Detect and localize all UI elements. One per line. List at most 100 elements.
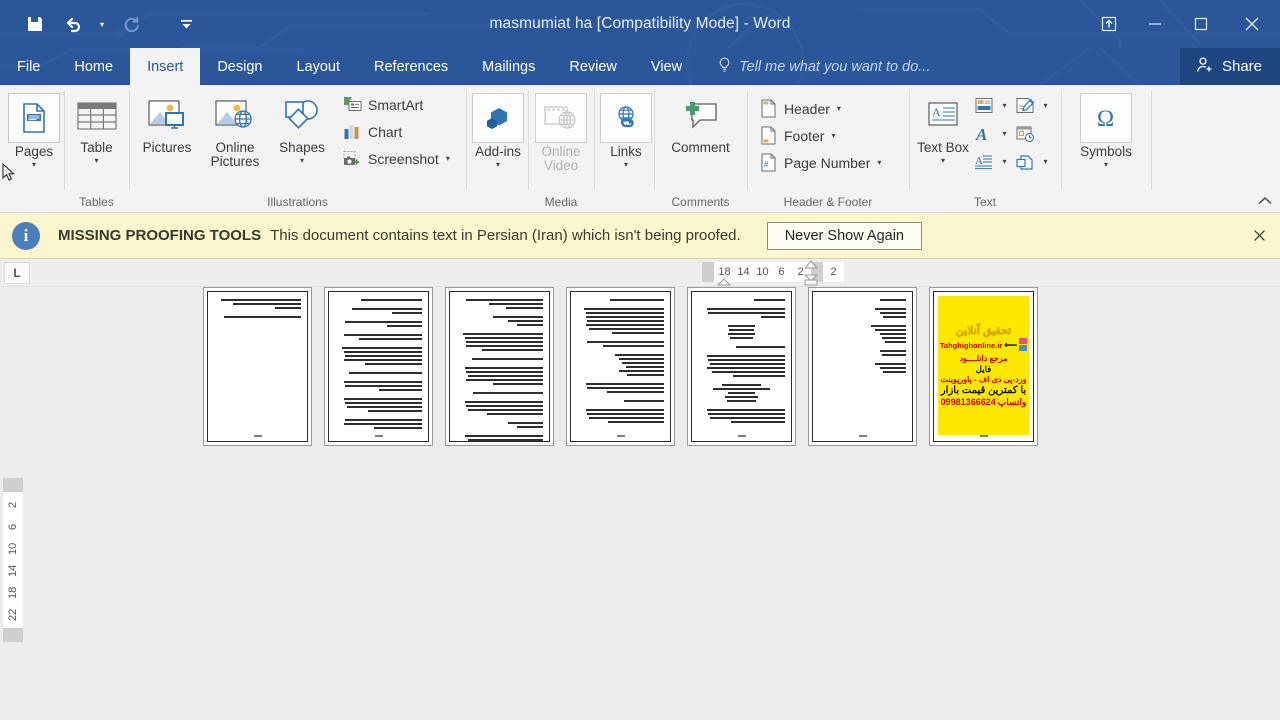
quick-parts-icon[interactable] [971, 93, 997, 118]
add-ins-caret-icon[interactable]: ▾ [496, 161, 500, 169]
ribbon-group-label-links [594, 192, 654, 212]
svg-text:Ω: Ω [1097, 106, 1114, 131]
document-area[interactable]: 2 6 10 14 18 22 تحقیق آنلاین Tahghighonl… [0, 287, 1280, 720]
tab-file[interactable]: File [0, 48, 57, 85]
collapse-ribbon-button[interactable] [1257, 194, 1273, 209]
symbols-caret-icon[interactable]: ▾ [1104, 161, 1108, 169]
ribbon-group-comments: Comment Comments [654, 85, 747, 212]
notification-close-icon[interactable] [1248, 225, 1270, 247]
ribbon-group-pages: Pages ▾ [2, 85, 64, 212]
links-label: Links [610, 144, 642, 159]
ribbon-group-tables: Table ▾ Tables [64, 85, 129, 212]
vertical-ruler[interactable]: 2 6 10 14 18 22 [0, 287, 26, 720]
pages-caret-icon[interactable]: ▾ [32, 161, 36, 169]
text-box-caret-icon[interactable]: ▾ [941, 157, 945, 165]
smartart-button[interactable]: SmartArt [337, 92, 455, 117]
links-button[interactable]: Links ▾ [600, 90, 652, 169]
screenshot-button[interactable]: Screenshot ▾ [337, 146, 455, 171]
page-thumbnail-6[interactable] [808, 287, 917, 446]
tab-home[interactable]: Home [57, 48, 130, 85]
arrow-left-icon: ⟵ [1004, 339, 1018, 350]
online-video-button: Online Video [534, 90, 588, 173]
shapes-caret-icon[interactable]: ▾ [300, 157, 304, 165]
ribbon-display-options-icon[interactable] [1086, 0, 1132, 48]
share-person-icon [1196, 56, 1214, 78]
tab-mailings[interactable]: Mailings [465, 48, 552, 85]
quick-parts-caret-icon[interactable]: ▾ [999, 101, 1010, 110]
ad-line-3: ورد-پی دی اف - پاورپوینت [940, 374, 1027, 384]
tab-review[interactable]: Review [552, 48, 634, 85]
tell-me-search[interactable]: Tell me what you want to do... [699, 48, 944, 85]
close-icon[interactable] [1224, 0, 1280, 48]
table-button[interactable]: Table ▾ [70, 90, 123, 165]
page-5-content [691, 291, 792, 442]
footer-caret-icon[interactable]: ▾ [831, 131, 835, 140]
horizontal-ruler[interactable]: 18 14 10 6 2 2 [702, 262, 844, 282]
ad-title: تحقیق آنلاین [955, 324, 1012, 337]
ribbon-group-label-header-footer: Header & Footer [783, 195, 873, 209]
minimize-icon[interactable] [1132, 0, 1178, 48]
tab-stop-selector[interactable]: L [4, 261, 30, 284]
tab-references[interactable]: References [357, 48, 465, 85]
page-number-caret-icon[interactable]: ▾ [877, 158, 881, 167]
shapes-icon [276, 93, 328, 139]
shapes-button[interactable]: Shapes ▾ [271, 90, 333, 165]
table-caret-icon[interactable]: ▾ [94, 157, 98, 165]
signature-line-caret-icon[interactable]: ▾ [1040, 101, 1051, 110]
object-icon[interactable] [1012, 149, 1038, 174]
date-time-icon[interactable] [1012, 121, 1038, 146]
page-thumbnail-1[interactable] [203, 287, 312, 446]
pictures-button[interactable]: Pictures [135, 90, 199, 155]
tab-design[interactable]: Design [200, 48, 279, 85]
page-number-label: Page Number [784, 154, 871, 171]
footer-button[interactable]: Footer ▾ [753, 123, 886, 148]
pages-button[interactable]: Pages ▾ [8, 90, 60, 169]
ruler-row: L 18 14 10 6 2 2 [0, 259, 1280, 287]
ribbon-group-media: Online Video Media [528, 85, 594, 212]
page-thumbnail-3[interactable] [445, 287, 554, 446]
object-caret-icon[interactable]: ▾ [1040, 157, 1051, 166]
drop-cap-icon[interactable]: A [971, 149, 997, 174]
screenshot-caret-icon[interactable]: ▾ [446, 154, 450, 163]
ribbon-group-label-text: Text [973, 195, 996, 209]
links-caret-icon[interactable]: ▾ [624, 161, 628, 169]
online-pictures-button[interactable]: Online Pictures [199, 90, 271, 169]
comment-icon [675, 93, 727, 139]
chart-button[interactable]: Chart [337, 119, 455, 144]
never-show-again-button[interactable]: Never Show Again [766, 221, 922, 250]
page-thumbnail-7[interactable]: تحقیق آنلاین Tahghighonline.ir ⟵ مرجع دا… [929, 287, 1038, 446]
comment-button[interactable]: Comment [660, 90, 741, 155]
restore-icon[interactable] [1178, 0, 1224, 48]
illustrations-small-buttons: SmartArt Chart Screenshot ▾ [337, 90, 455, 171]
tab-view[interactable]: View [634, 48, 699, 85]
add-ins-button[interactable]: Add-ins ▾ [472, 90, 524, 169]
page-thumbnails[interactable]: تحقیق آنلاین Tahghighonline.ir ⟵ مرجع دا… [203, 287, 1038, 446]
ribbon-group-spacer [1151, 85, 1280, 212]
vruler-tick: 2 [7, 501, 19, 509]
text-box-button[interactable]: A Text Box ▾ [915, 90, 971, 165]
smartart-label: SmartArt [368, 96, 424, 113]
ad-phone-number: 09981366624 [940, 396, 996, 407]
text-box-label: Text Box [917, 140, 969, 155]
chart-icon [342, 122, 362, 142]
tab-layout[interactable]: Layout [279, 48, 357, 85]
share-button[interactable]: Share [1179, 48, 1280, 85]
page-thumbnail-4[interactable] [566, 287, 675, 446]
page-6-content [812, 291, 913, 442]
header-button[interactable]: Header ▾ [753, 96, 886, 121]
page-footer-mark [616, 435, 625, 437]
symbols-button[interactable]: Ω Symbols ▾ [1067, 90, 1145, 169]
page-number-button[interactable]: # Page Number ▾ [753, 150, 886, 175]
page-thumbnail-5[interactable] [687, 287, 796, 446]
links-icon [600, 93, 652, 143]
header-caret-icon[interactable]: ▾ [837, 104, 841, 113]
wordart-caret-icon[interactable]: ▾ [999, 129, 1010, 138]
page-thumbnail-2[interactable] [324, 287, 433, 446]
tab-insert[interactable]: Insert [130, 48, 201, 85]
ad-site-text: Tahghighonline.ir [939, 340, 1003, 350]
drop-cap-caret-icon[interactable]: ▾ [999, 157, 1010, 166]
ribbon-tab-strip: File Home Insert Design Layout Reference… [0, 48, 1280, 85]
signature-line-icon[interactable] [1012, 93, 1038, 118]
text-icon-grid: ▾ ▾ A ▾ A ▾ ▾ [971, 90, 1051, 174]
screenshot-icon [342, 149, 362, 169]
